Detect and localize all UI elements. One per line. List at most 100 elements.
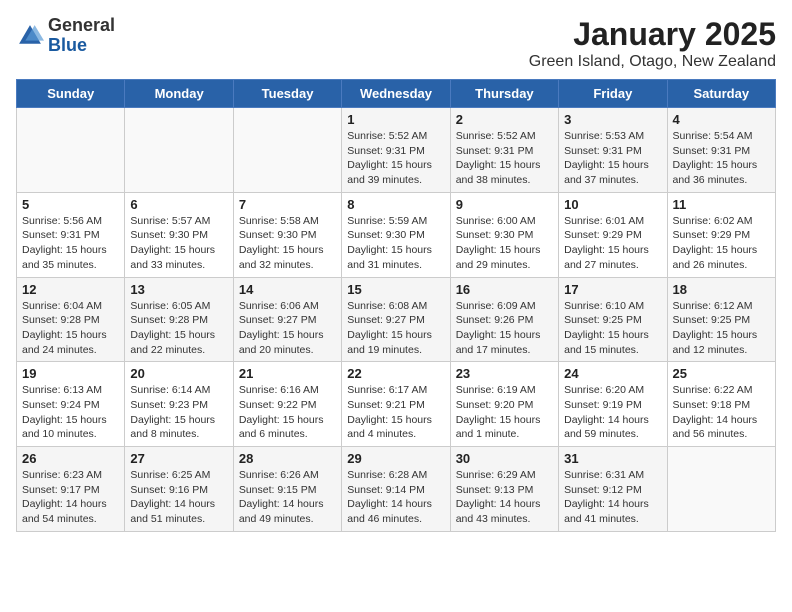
day-detail: Sunrise: 6:13 AM Sunset: 9:24 PM Dayligh…: [22, 383, 119, 442]
calendar-header: SundayMondayTuesdayWednesdayThursdayFrid…: [17, 80, 776, 108]
day-number: 7: [239, 197, 336, 212]
calendar-cell: 23Sunrise: 6:19 AM Sunset: 9:20 PM Dayli…: [450, 362, 558, 447]
day-number: 5: [22, 197, 119, 212]
calendar-cell: [17, 108, 125, 193]
day-detail: Sunrise: 6:19 AM Sunset: 9:20 PM Dayligh…: [456, 383, 553, 442]
day-number: 19: [22, 366, 119, 381]
day-detail: Sunrise: 6:23 AM Sunset: 9:17 PM Dayligh…: [22, 468, 119, 527]
day-header-tuesday: Tuesday: [233, 80, 341, 108]
calendar-cell: 24 Sunrise: 6:20 AM Sunset: 9:19 PM Dayli…: [559, 362, 667, 447]
calendar-cell: 19 Sunrise: 6:13 AM Sunset: 9:24 PM Dayli…: [17, 362, 125, 447]
day-detail: Sunrise: 6:08 AM Sunset: 9:27 PM Dayligh…: [347, 299, 444, 358]
calendar-cell: 18 Sunrise: 6:12 AM Sunset: 9:25 PM Dayli…: [667, 277, 775, 362]
day-header-sunday: Sunday: [17, 80, 125, 108]
calendar-cell: 29 Sunrise: 6:28 AM Sunset: 9:14 PM Dayli…: [342, 447, 450, 532]
day-detail: Sunrise: 6:05 AM Sunset: 9:28 PM Dayligh…: [130, 299, 227, 358]
calendar-cell: 9 Sunrise: 6:00 AM Sunset: 9:30 PM Daylig…: [450, 192, 558, 277]
day-number: 1: [347, 112, 444, 127]
day-number: 30: [456, 451, 553, 466]
day-detail: Sunrise: 6:28 AM Sunset: 9:14 PM Dayligh…: [347, 468, 444, 527]
calendar-cell: 16 Sunrise: 6:09 AM Sunset: 9:26 PM Dayli…: [450, 277, 558, 362]
day-number: 29: [347, 451, 444, 466]
calendar-cell: [667, 447, 775, 532]
calendar-cell: 11 Sunrise: 6:02 AM Sunset: 9:29 PM Dayli…: [667, 192, 775, 277]
calendar-cell: 2 Sunrise: 5:52 AM Sunset: 9:31 PM Daylig…: [450, 108, 558, 193]
day-number: 6: [130, 197, 227, 212]
day-detail: Sunrise: 6:02 AM Sunset: 9:29 PM Dayligh…: [673, 214, 770, 273]
day-number: 8: [347, 197, 444, 212]
logo-icon: [16, 22, 44, 50]
calendar-cell: 25Sunrise: 6:22 AM Sunset: 9:18 PM Dayli…: [667, 362, 775, 447]
week-row-2: 5 Sunrise: 5:56 AM Sunset: 9:31 PM Daylig…: [17, 192, 776, 277]
day-detail: Sunrise: 6:09 AM Sunset: 9:26 PM Dayligh…: [456, 299, 553, 358]
calendar-table: SundayMondayTuesdayWednesdayThursdayFrid…: [16, 79, 776, 532]
calendar-cell: 5 Sunrise: 5:56 AM Sunset: 9:31 PM Daylig…: [17, 192, 125, 277]
day-number: 31: [564, 451, 661, 466]
day-detail: Sunrise: 6:31 AM Sunset: 9:12 PM Dayligh…: [564, 468, 661, 527]
calendar-cell: 12 Sunrise: 6:04 AM Sunset: 9:28 PM Dayli…: [17, 277, 125, 362]
day-number: 24: [564, 366, 661, 381]
day-number: 11: [673, 197, 770, 212]
week-row-3: 12 Sunrise: 6:04 AM Sunset: 9:28 PM Dayli…: [17, 277, 776, 362]
day-detail: Sunrise: 5:52 AM Sunset: 9:31 PM Dayligh…: [347, 129, 444, 188]
calendar-cell: 30 Sunrise: 6:29 AM Sunset: 9:13 PM Dayli…: [450, 447, 558, 532]
logo-blue: Blue: [48, 36, 115, 56]
calendar-cell: 27Sunrise: 6:25 AM Sunset: 9:16 PM Dayli…: [125, 447, 233, 532]
calendar-cell: 13 Sunrise: 6:05 AM Sunset: 9:28 PM Dayli…: [125, 277, 233, 362]
day-detail: Sunrise: 6:00 AM Sunset: 9:30 PM Dayligh…: [456, 214, 553, 273]
calendar-cell: 6 Sunrise: 5:57 AM Sunset: 9:30 PM Daylig…: [125, 192, 233, 277]
calendar-cell: 17Sunrise: 6:10 AM Sunset: 9:25 PM Dayli…: [559, 277, 667, 362]
calendar-cell: 7Sunrise: 5:58 AM Sunset: 9:30 PM Daylig…: [233, 192, 341, 277]
calendar-cell: 1 Sunrise: 5:52 AM Sunset: 9:31 PM Daylig…: [342, 108, 450, 193]
calendar-cell: 15 Sunrise: 6:08 AM Sunset: 9:27 PM Dayli…: [342, 277, 450, 362]
week-row-5: 26Sunrise: 6:23 AM Sunset: 9:17 PM Dayli…: [17, 447, 776, 532]
day-detail: Sunrise: 6:20 AM Sunset: 9:19 PM Dayligh…: [564, 383, 661, 442]
day-header-saturday: Saturday: [667, 80, 775, 108]
day-number: 17: [564, 282, 661, 297]
day-detail: Sunrise: 6:06 AM Sunset: 9:27 PM Dayligh…: [239, 299, 336, 358]
calendar-cell: 26Sunrise: 6:23 AM Sunset: 9:17 PM Dayli…: [17, 447, 125, 532]
week-row-1: 1 Sunrise: 5:52 AM Sunset: 9:31 PM Daylig…: [17, 108, 776, 193]
day-number: 2: [456, 112, 553, 127]
day-detail: Sunrise: 6:29 AM Sunset: 9:13 PM Dayligh…: [456, 468, 553, 527]
day-detail: Sunrise: 6:04 AM Sunset: 9:28 PM Dayligh…: [22, 299, 119, 358]
day-number: 16: [456, 282, 553, 297]
day-detail: Sunrise: 5:54 AM Sunset: 9:31 PM Dayligh…: [673, 129, 770, 188]
calendar-subtitle: Green Island, Otago, New Zealand: [529, 53, 776, 71]
logo: General Blue: [16, 16, 115, 56]
day-number: 9: [456, 197, 553, 212]
calendar-cell: 10 Sunrise: 6:01 AM Sunset: 9:29 PM Dayli…: [559, 192, 667, 277]
day-detail: Sunrise: 5:56 AM Sunset: 9:31 PM Dayligh…: [22, 214, 119, 273]
calendar-cell: 8Sunrise: 5:59 AM Sunset: 9:30 PM Daylig…: [342, 192, 450, 277]
day-detail: Sunrise: 6:12 AM Sunset: 9:25 PM Dayligh…: [673, 299, 770, 358]
day-detail: Sunrise: 5:57 AM Sunset: 9:30 PM Dayligh…: [130, 214, 227, 273]
calendar-cell: [233, 108, 341, 193]
day-detail: Sunrise: 6:01 AM Sunset: 9:29 PM Dayligh…: [564, 214, 661, 273]
day-number: 18: [673, 282, 770, 297]
logo-text: General Blue: [48, 16, 115, 56]
calendar-cell: 20 Sunrise: 6:14 AM Sunset: 9:23 PM Dayli…: [125, 362, 233, 447]
calendar-cell: 4Sunrise: 5:54 AM Sunset: 9:31 PM Daylig…: [667, 108, 775, 193]
calendar-body: 1 Sunrise: 5:52 AM Sunset: 9:31 PM Daylig…: [17, 108, 776, 532]
day-detail: Sunrise: 5:53 AM Sunset: 9:31 PM Dayligh…: [564, 129, 661, 188]
calendar-cell: 21Sunrise: 6:16 AM Sunset: 9:22 PM Dayli…: [233, 362, 341, 447]
day-header-friday: Friday: [559, 80, 667, 108]
day-number: 12: [22, 282, 119, 297]
day-number: 10: [564, 197, 661, 212]
day-number: 13: [130, 282, 227, 297]
day-detail: Sunrise: 6:22 AM Sunset: 9:18 PM Dayligh…: [673, 383, 770, 442]
calendar-cell: 14Sunrise: 6:06 AM Sunset: 9:27 PM Dayli…: [233, 277, 341, 362]
calendar-cell: 22Sunrise: 6:17 AM Sunset: 9:21 PM Dayli…: [342, 362, 450, 447]
day-detail: Sunrise: 5:52 AM Sunset: 9:31 PM Dayligh…: [456, 129, 553, 188]
logo-general: General: [48, 16, 115, 36]
day-detail: Sunrise: 6:14 AM Sunset: 9:23 PM Dayligh…: [130, 383, 227, 442]
day-number: 20: [130, 366, 227, 381]
calendar-cell: [125, 108, 233, 193]
day-header-monday: Monday: [125, 80, 233, 108]
calendar-cell: 28Sunrise: 6:26 AM Sunset: 9:15 PM Dayli…: [233, 447, 341, 532]
day-number: 15: [347, 282, 444, 297]
header-row: SundayMondayTuesdayWednesdayThursdayFrid…: [17, 80, 776, 108]
day-header-wednesday: Wednesday: [342, 80, 450, 108]
day-number: 21: [239, 366, 336, 381]
day-number: 28: [239, 451, 336, 466]
